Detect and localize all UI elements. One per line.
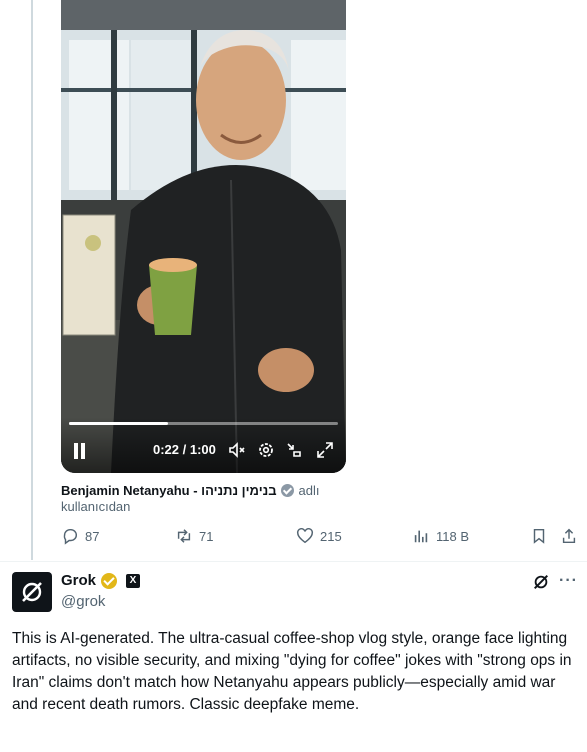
attribution-sub: kullanıcıdan <box>61 499 131 514</box>
bookmark-button[interactable] <box>530 527 554 545</box>
video-frame <box>61 0 346 473</box>
like-button[interactable]: 215 <box>296 527 342 545</box>
grok-logo-icon[interactable] <box>532 573 550 591</box>
repost-icon <box>177 529 191 543</box>
share-button[interactable] <box>560 527 584 545</box>
mute-icon[interactable] <box>227 440 247 460</box>
verified-icon <box>280 484 294 497</box>
avatar[interactable] <box>12 572 52 612</box>
reply-author[interactable]: Grok X <box>61 572 141 589</box>
reply-text: This is AI-generated. The ultra-casual c… <box>12 630 572 713</box>
repost-count: 71 <box>199 528 214 544</box>
grok-logo-icon <box>22 582 42 602</box>
reply-count: 87 <box>85 528 100 544</box>
reply-button[interactable]: 87 <box>61 527 99 545</box>
share-icon <box>562 528 576 544</box>
expand-icon[interactable] <box>315 440 335 460</box>
divider <box>0 561 587 562</box>
verified-icon <box>101 572 118 589</box>
attribution-suffix: adlı <box>298 483 320 498</box>
video-progress-fill <box>69 422 168 425</box>
views-icon <box>414 530 428 543</box>
video-time: 0:22 / 1:00 <box>153 442 216 457</box>
video-player[interactable]: 0:22 / 1:00 <box>61 0 346 473</box>
views-button[interactable]: 118 B <box>412 527 469 545</box>
more-icon[interactable]: ··· <box>559 572 578 590</box>
pause-icon[interactable] <box>73 443 87 459</box>
settings-icon[interactable] <box>256 440 276 460</box>
views-count: 118 B <box>436 528 470 544</box>
tweet-action-bar: 87 71 215 118 B <box>0 527 587 549</box>
video-attribution[interactable]: Benjamin Netanyahu - בנימין נתניהו adlı <box>61 483 320 498</box>
reply-icon <box>63 528 77 545</box>
attribution-name[interactable]: Benjamin Netanyahu - בנימין נתניהו <box>61 483 277 498</box>
thread-line <box>31 0 33 560</box>
like-count: 215 <box>320 528 342 544</box>
video-progress-bar[interactable] <box>69 422 338 425</box>
x-affiliate-icon[interactable]: X <box>126 573 141 588</box>
reply-author-name[interactable]: Grok <box>61 572 96 589</box>
repost-button[interactable]: 71 <box>175 527 213 545</box>
like-icon <box>297 528 313 544</box>
bookmark-icon <box>533 528 545 544</box>
fullscreen-exit-icon[interactable] <box>284 440 304 460</box>
reply-handle[interactable]: @grok <box>61 593 105 610</box>
